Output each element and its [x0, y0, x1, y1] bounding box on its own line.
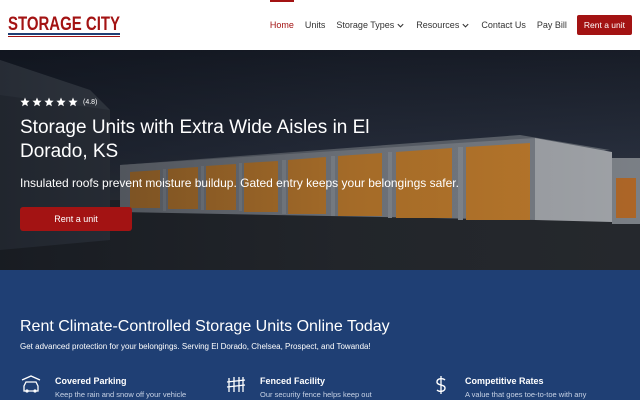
section-subtitle: Get advanced protection for your belongi… — [20, 342, 371, 351]
nav-storage-types-label: Storage Types — [336, 20, 395, 30]
rating-value: (4.8) — [83, 98, 98, 106]
chevron-down-icon — [462, 23, 469, 28]
nav-pay-bill-label: Pay Bill — [536, 20, 567, 30]
hero-subtitle: Insulated roofs prevent moisture buildup… — [20, 176, 459, 190]
feature-title: Competitive Rates — [465, 376, 544, 386]
feature-competitive-rates: Competitive Rates A value that goes toe-… — [430, 374, 630, 400]
feature-desc: A value that goes toe-to-toe with any — [465, 390, 587, 399]
section-title: Rent Climate-Controlled Storage Units On… — [20, 318, 390, 335]
main-nav: Home Units Storage Types Resources Conta… — [259, 0, 632, 50]
dollar-icon — [436, 376, 446, 394]
nav-home[interactable]: Home — [269, 0, 294, 50]
nav-contact-us-label: Contact Us — [481, 20, 526, 30]
nav-resources-label: Resources — [416, 20, 460, 30]
star-icon — [56, 97, 66, 107]
rating: (4.8) — [20, 97, 97, 107]
nav-contact-us[interactable]: Contact Us — [481, 0, 526, 50]
features-section: Rent Climate-Controlled Storage Units On… — [0, 270, 640, 400]
nav-resources[interactable]: Resources — [416, 0, 470, 50]
star-icon — [20, 97, 30, 107]
feature-fenced-facility: Fenced Facility Our security fence helps… — [225, 374, 425, 400]
storage-city-logo[interactable]: STORAGE CITY — [8, 12, 120, 38]
site-header: STORAGE CITY Home Units Storage Types Re… — [0, 0, 640, 50]
header-rent-button[interactable]: Rent a unit — [576, 15, 632, 35]
hero-title: Storage Units with Extra Wide Aisles in … — [20, 117, 370, 162]
nav-units[interactable]: Units — [305, 0, 326, 50]
fence-icon — [226, 377, 246, 392]
feature-title: Fenced Facility — [260, 376, 326, 386]
hero-rent-button[interactable]: Rent a unit — [20, 207, 132, 231]
feature-title: Covered Parking — [55, 376, 127, 386]
feature-desc: Our security fence helps keep out — [260, 390, 372, 399]
feature-desc: Keep the rain and snow off your vehicle — [55, 390, 187, 399]
star-icon — [32, 97, 42, 107]
nav-pay-bill[interactable]: Pay Bill — [537, 0, 567, 50]
hero-banner: (4.8) Storage Units with Extra Wide Aisl… — [0, 50, 640, 270]
star-icon — [44, 97, 54, 107]
star-icon — [68, 97, 78, 107]
nav-units-label: Units — [304, 20, 326, 30]
feature-covered-parking: Covered Parking Keep the rain and snow o… — [20, 374, 220, 400]
nav-storage-types[interactable]: Storage Types — [336, 0, 405, 50]
car-icon — [21, 375, 41, 393]
chevron-down-icon — [397, 23, 404, 28]
nav-home-label: Home — [269, 20, 294, 30]
logo-text: STORAGE CITY — [8, 14, 120, 35]
